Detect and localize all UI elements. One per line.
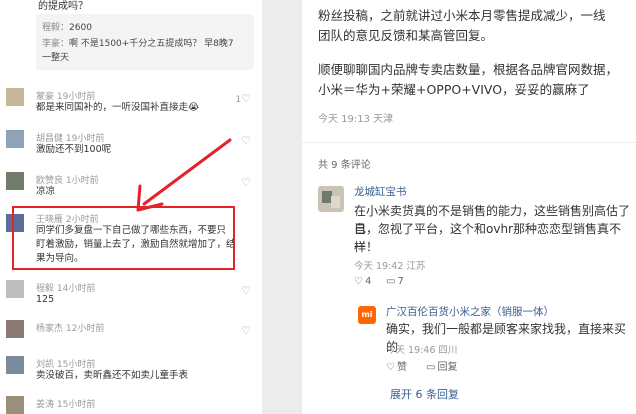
right-post-panel: 粉丝投稿，之前就讲过小米本月零售提成减少，一线 团队的意见反馈和某高管回复。 顺… — [302, 0, 636, 414]
like-label: 赞 — [396, 362, 407, 373]
like-button[interactable]: ♡ — [241, 324, 252, 337]
like-button[interactable]: ♡ — [241, 134, 252, 147]
divider — [302, 142, 636, 143]
reply-count: 7 — [397, 276, 404, 287]
comment-text: 卖没破百，卖昕鑫还不如卖儿童手表 — [36, 370, 189, 381]
like-button[interactable]: ♡ 赞 — [386, 358, 407, 373]
like-count: 4 — [364, 276, 372, 287]
quoted-reply-box: 程毅：2600 李豪：啊 不是1500+千分之五提成吗？ 早8晚7 一整天 — [36, 14, 254, 70]
red-highlight-box — [12, 206, 235, 270]
avatar[interactable] — [318, 186, 344, 212]
post-line: 粉丝投稿，之前就讲过小米本月零售提成减少，一线 — [318, 8, 606, 23]
comment-text-top: 的提成吗？ — [38, 1, 88, 12]
like-button[interactable]: ♡ — [241, 176, 252, 189]
comment-author-time: 姜涛 15小时前 — [36, 400, 96, 410]
heart-icon: ♡ — [241, 176, 251, 189]
comment-bubble-icon: ▭ — [426, 362, 436, 373]
like-button[interactable]: ♡ — [241, 284, 252, 297]
avatar[interactable] — [6, 172, 24, 190]
comment-text: 激励还不到100呢 — [36, 144, 112, 155]
post-meta: 今天 19:13 天津 — [318, 114, 394, 125]
comment-count: 共 9 条评论 — [318, 160, 371, 171]
quote-author: 李豪： — [42, 39, 70, 49]
avatar[interactable] — [6, 320, 24, 338]
heart-icon: ♡ — [241, 92, 251, 105]
reply-meta: 今天 19:46 四川 — [386, 345, 458, 356]
expand-replies-link[interactable]: 展开 6 条回复 — [390, 386, 459, 402]
quote-text: 一整天 — [42, 53, 70, 63]
like-button[interactable]: 1♡ — [235, 92, 252, 105]
heart-icon: ♡ — [241, 134, 251, 147]
comment-bubble-icon: ▭ — [386, 276, 396, 287]
avatar[interactable]: mi — [358, 302, 376, 324]
comment-text: 都是来同国补的，一听没国补直接走😭 — [36, 102, 200, 113]
post-line: 团队的意见反馈和某高管回复。 — [318, 28, 494, 43]
avatar[interactable] — [6, 88, 24, 106]
avatar-image-icon — [318, 186, 344, 212]
quote-text: 啊 不是1500+千分之五提成吗？ 早8晚7 — [69, 39, 234, 49]
comment-text: 125 — [36, 294, 55, 305]
comment-author-time: 杨家杰 12小时前 — [36, 324, 105, 334]
comment-text: 凉凉 — [36, 186, 56, 197]
mi-logo-icon: mi — [358, 305, 376, 324]
post-line: 小米＝华为+荣耀+OPPO+VIVO，妥妥的赢麻了 — [318, 82, 590, 97]
avatar[interactable] — [6, 396, 24, 414]
left-screenshot-panel: 的提成吗？ 程毅：2600 李豪：啊 不是1500+千分之五提成吗？ 早8晚7 … — [0, 0, 262, 414]
avatar[interactable] — [6, 280, 24, 298]
post-line: 顺便聊聊国内品牌专卖店数量，根据各品牌官网数据， — [318, 62, 619, 77]
reply-button[interactable]: ▭ 7 — [386, 276, 404, 287]
quote-text: 2600 — [69, 23, 92, 33]
thumbs-up-icon: ♡ — [354, 276, 363, 287]
comment-text: 样！ — [354, 240, 379, 254]
comment-meta: 今天 19:42 江苏 — [354, 261, 426, 272]
comment-author[interactable]: 龙城缸宝书 — [354, 184, 407, 199]
avatar[interactable] — [6, 130, 24, 148]
thumbs-up-icon: ♡ — [386, 362, 395, 373]
like-button[interactable]: ♡ 4 — [354, 276, 371, 287]
red-arrow-icon — [136, 138, 232, 212]
heart-icon: ♡ — [241, 284, 251, 297]
quote-author: 程毅： — [42, 23, 70, 33]
avatar[interactable] — [6, 356, 24, 374]
reply-author[interactable]: 广汉百伦百货小米之家（销服一体） — [386, 304, 554, 319]
heart-icon: ♡ — [241, 324, 251, 337]
reply-label: 回复 — [437, 362, 458, 373]
reply-button[interactable]: ▭ 回复 — [426, 358, 457, 373]
